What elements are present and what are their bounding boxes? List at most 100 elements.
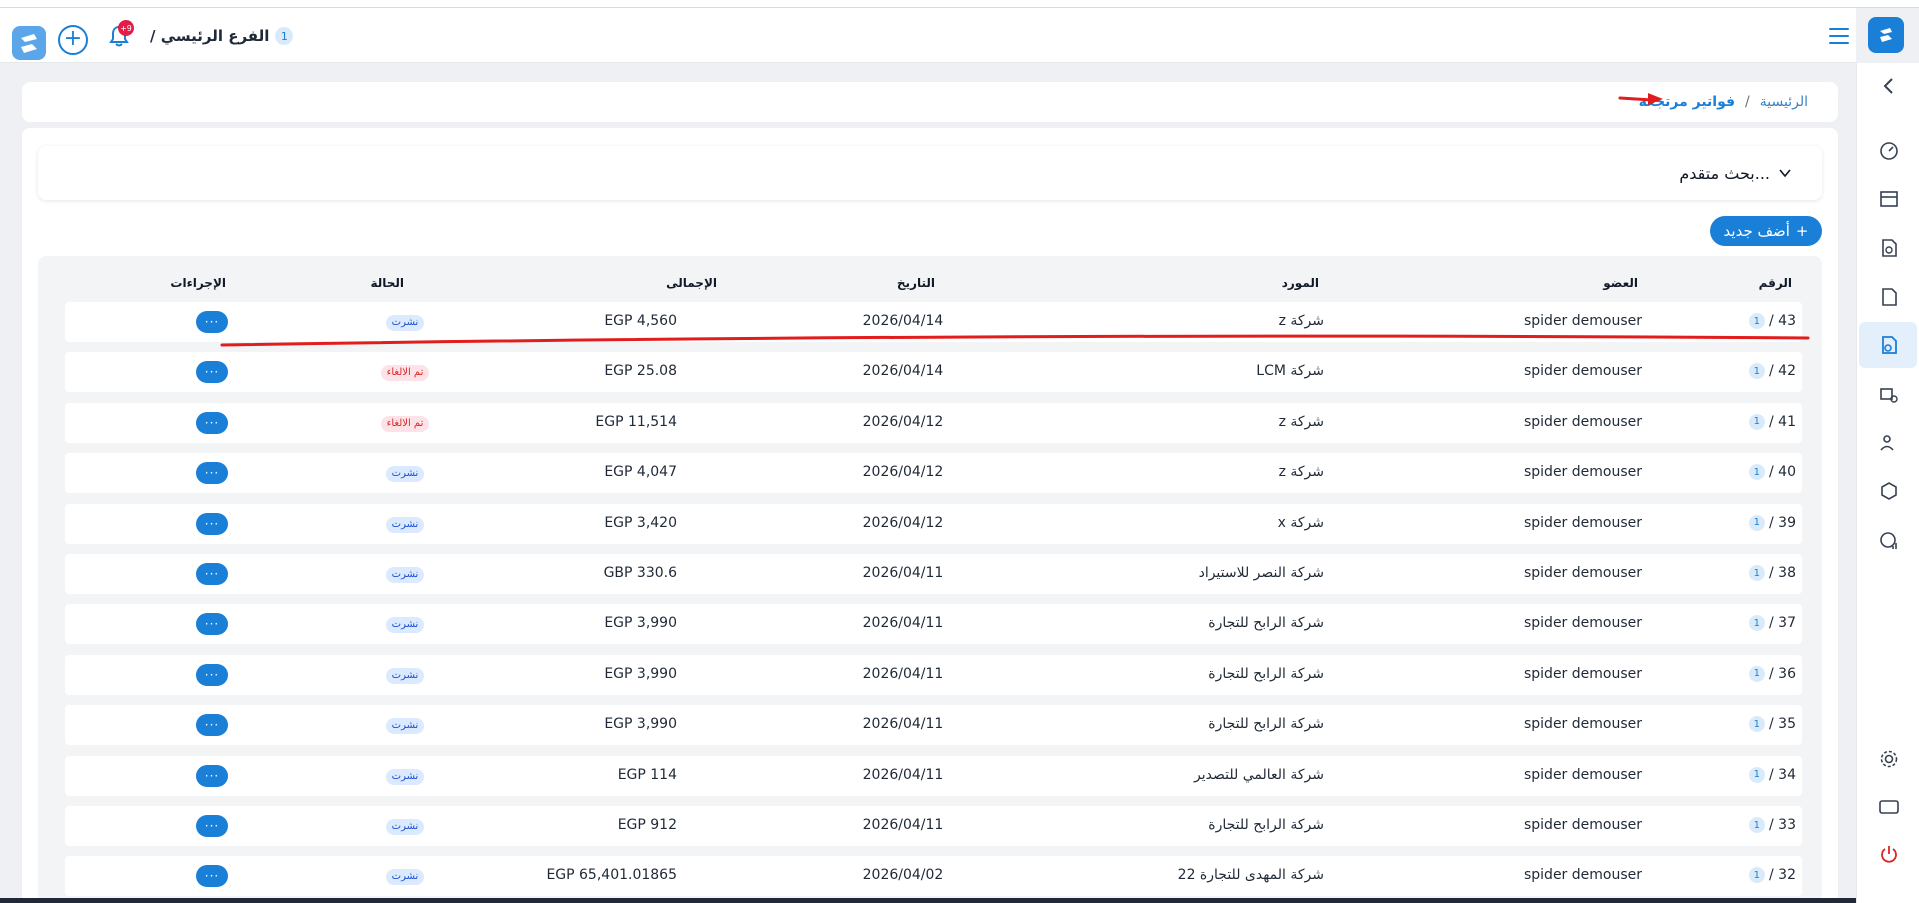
- branch-badge: 1: [1748, 665, 1765, 682]
- row-actions-button[interactable]: ···: [196, 411, 228, 434]
- products-icon[interactable]: [1878, 480, 1900, 502]
- column-header-supplier: المورد: [1281, 276, 1319, 290]
- row-actions-button[interactable]: ···: [196, 865, 228, 888]
- power-icon[interactable]: [1878, 843, 1900, 865]
- table-row[interactable]: 36 / 1 spider demouser شركة الرابح للتجا…: [65, 654, 1802, 695]
- row-actions-button[interactable]: ···: [196, 613, 228, 636]
- date-cell: 2026/04/11: [862, 565, 944, 581]
- table-row[interactable]: 34 / 1 spider demouser شركة العالمي للتص…: [65, 755, 1802, 796]
- row-actions-button[interactable]: ···: [196, 764, 228, 787]
- supplier-cell: شركة الرابح للتجارة: [1208, 665, 1324, 682]
- invoice-number-cell[interactable]: 38 / 1: [1748, 565, 1796, 581]
- invoice-number-cell[interactable]: 42 / 1: [1748, 363, 1796, 380]
- secondary-logo-icon[interactable]: [12, 26, 46, 60]
- table-row[interactable]: 32 / 1 spider demouser شركة المهدى للتجا…: [65, 856, 1802, 897]
- gear-icon[interactable]: [1878, 748, 1900, 770]
- total-cell: EGP 65,401.01865: [546, 867, 677, 884]
- member-cell: spider demouser: [1523, 716, 1642, 733]
- table-row[interactable]: 33 / 1 spider demouser شركة الرابح للتجا…: [65, 806, 1802, 846]
- invoice-number-cell[interactable]: 37 / 1: [1748, 615, 1796, 632]
- chevron-down-icon: [1779, 169, 1791, 178]
- status-cell: نشرت: [335, 315, 475, 331]
- date-cell: 2026/04/11: [862, 817, 944, 833]
- reports-icon[interactable]: [1878, 529, 1900, 551]
- add-new-label: أضف جديد: [1723, 222, 1790, 240]
- row-actions-button[interactable]: ···: [196, 512, 228, 535]
- invoice-number-cell[interactable]: 40 / 1: [1748, 464, 1796, 481]
- member-cell: spider demouser: [1523, 817, 1642, 833]
- app-logo-icon[interactable]: [1868, 17, 1904, 53]
- invoice-number-cell[interactable]: 36 / 1: [1748, 665, 1796, 682]
- supplier-cell: شركة z: [1278, 313, 1324, 329]
- date-cell: 2026/04/11: [862, 665, 944, 682]
- truck-box-icon[interactable]: [1878, 383, 1900, 405]
- document-icon[interactable]: [1878, 286, 1900, 308]
- table-row[interactable]: 41 / 1 spider demouser شركة z 2026/04/12…: [65, 402, 1802, 443]
- date-cell: 2026/04/12: [862, 514, 944, 531]
- date-cell: 2026/04/14: [862, 363, 944, 380]
- branch-badge: 1: [1748, 363, 1765, 380]
- invoice-number-cell[interactable]: 32 / 1: [1748, 867, 1796, 884]
- plus-icon: +: [1795, 222, 1809, 240]
- chevron-left-icon[interactable]: [1878, 75, 1900, 97]
- member-cell: spider demouser: [1523, 363, 1642, 380]
- row-actions-button[interactable]: ···: [196, 361, 228, 384]
- advanced-search-toggle[interactable]: بحث متقدم...: [38, 146, 1822, 200]
- table-row[interactable]: 37 / 1 spider demouser شركة الرابح للتجا…: [65, 604, 1802, 645]
- invoice-search-icon[interactable]: [1878, 237, 1900, 259]
- total-cell: EGP 3,990: [604, 615, 677, 632]
- total-cell: GBP 330.6: [603, 565, 677, 581]
- date-cell: 2026/04/11: [862, 766, 944, 783]
- branch-badge: 1: [1748, 464, 1765, 481]
- status-cell: نشرت: [335, 617, 475, 634]
- supplier-cell: شركة الرابح للتجارة: [1208, 716, 1324, 733]
- table-row[interactable]: 42 / 1 spider demouser شركة LCM 2026/04/…: [65, 352, 1802, 393]
- status-cell: نشرت: [335, 819, 475, 835]
- total-cell: EGP 3,420: [604, 514, 677, 531]
- quick-add-icon[interactable]: +: [58, 25, 88, 55]
- member-cell: spider demouser: [1523, 565, 1642, 581]
- breadcrumb-home-link[interactable]: الرئيسية: [1760, 94, 1808, 110]
- table-row[interactable]: 40 / 1 spider demouser شركة z 2026/04/12…: [65, 453, 1802, 494]
- row-actions-button[interactable]: ···: [196, 663, 228, 686]
- invoice-number-cell[interactable]: 39 / 1: [1748, 514, 1796, 531]
- table-row[interactable]: 39 / 1 spider demouser شركة x 2026/04/12…: [65, 503, 1802, 544]
- hamburger-menu-icon[interactable]: [1826, 24, 1852, 48]
- invoice-number: 34 /: [1769, 766, 1796, 783]
- member-cell: spider demouser: [1523, 514, 1642, 531]
- invoice-number-cell[interactable]: 43 / 1: [1748, 313, 1796, 329]
- invoice-number-cell[interactable]: 35 / 1: [1748, 716, 1796, 733]
- branch-badge: 1: [1748, 615, 1765, 632]
- add-new-button[interactable]: + أضف جديد: [1710, 216, 1822, 246]
- supplier-cell: شركة الرابح للتجارة: [1208, 615, 1324, 632]
- invoice-number: 35 /: [1769, 716, 1796, 733]
- returned-invoices-icon[interactable]: [1878, 334, 1900, 356]
- status-badge: نشرت: [385, 567, 425, 583]
- status-cell: نشرت: [335, 516, 475, 533]
- invoice-number-cell[interactable]: 33 / 1: [1748, 817, 1796, 833]
- date-cell: 2026/04/11: [862, 716, 944, 733]
- breadcrumb: فواتير مرتجعة / الرئيسية: [22, 82, 1838, 122]
- row-actions-button[interactable]: ···: [196, 462, 228, 485]
- invoice-number-cell[interactable]: 41 / 1: [1748, 413, 1796, 430]
- annotation-arrow-icon: [1618, 93, 1663, 105]
- users-icon[interactable]: [1878, 432, 1900, 454]
- status-badge: نشرت: [385, 315, 425, 331]
- status-cell: تم الالغاء: [335, 415, 475, 432]
- invoice-number-cell[interactable]: 34 / 1: [1748, 766, 1796, 783]
- supplier-cell: شركة العالمي للتصدير: [1194, 766, 1324, 783]
- store-icon[interactable]: [1878, 188, 1900, 210]
- branch-selector[interactable]: 1 الفرع الرئيسي /: [150, 24, 294, 48]
- table-row[interactable]: 38 / 1 spider demouser شركة النصر للاستي…: [65, 554, 1802, 594]
- row-actions-button[interactable]: ···: [196, 563, 228, 585]
- window-top-strip: [0, 0, 1919, 8]
- screen-icon[interactable]: [1878, 796, 1900, 818]
- table-row[interactable]: 35 / 1 spider demouser شركة الرابح للتجا…: [65, 705, 1802, 746]
- invoice-number: 32 /: [1769, 867, 1796, 884]
- status-badge: نشرت: [385, 516, 425, 533]
- row-actions-button[interactable]: ···: [196, 714, 228, 737]
- column-header-total: الإجمالى: [666, 276, 717, 290]
- row-actions-button[interactable]: ···: [196, 815, 228, 837]
- dashboard-icon[interactable]: [1878, 140, 1900, 162]
- column-header-status: الحالة: [370, 276, 404, 290]
